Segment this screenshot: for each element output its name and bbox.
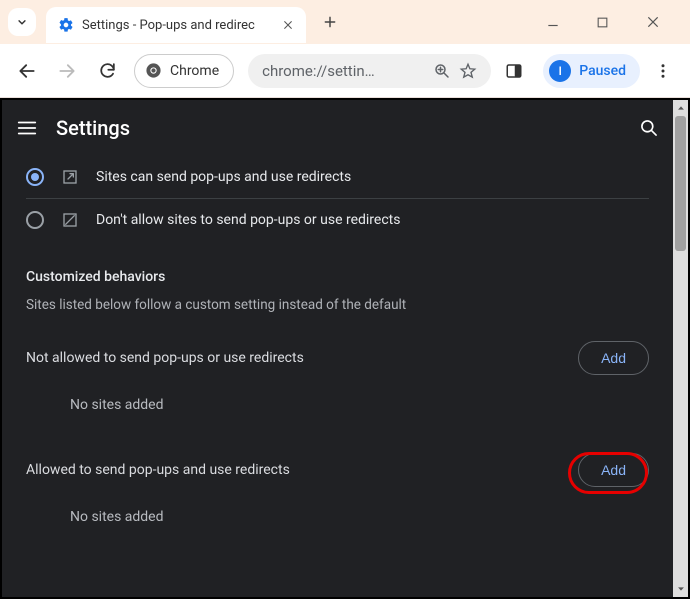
allowed-empty: No sites added [70,509,649,525]
arrow-right-icon [57,61,77,81]
chevron-up-icon [676,103,686,113]
maximize-button[interactable] [596,16,624,29]
tab-close-button[interactable] [280,17,296,33]
star-icon [459,62,477,80]
page-title: Settings [56,116,130,140]
omnibox[interactable]: chrome://settin… [248,54,491,88]
reload-button[interactable] [90,54,124,88]
zoom-icon [433,62,451,80]
browser-toolbar: Chrome chrome://settin… I Paused [0,44,690,98]
settings-content: Sites can send pop-ups and use redirects… [2,156,673,597]
chrome-chip-label: Chrome [170,63,219,79]
profile-chip[interactable]: I Paused [543,54,640,88]
scroll-thumb[interactable] [675,116,686,251]
plus-icon [323,15,337,29]
radio-button[interactable] [26,211,44,229]
radio-button[interactable] [26,168,44,186]
scrollbar[interactable] [673,100,688,597]
close-window-button[interactable] [646,15,674,29]
not-allowed-section: Not allowed to send pop-ups or use redir… [26,341,649,375]
tab-strip: Settings - Pop-ups and redirec [0,0,690,44]
radio-block-popups[interactable]: Don't allow sites to send pop-ups or use… [26,199,649,241]
arrow-left-icon [17,61,37,81]
omnibox-url: chrome://settin… [262,62,425,80]
hamburger-icon [16,117,38,139]
gear-icon [58,17,74,33]
scroll-down-button[interactable] [673,581,688,597]
new-tab-button[interactable] [316,8,344,36]
radio-label: Sites can send pop-ups and use redirects [96,169,351,185]
custom-behaviors-header: Customized behaviors [26,269,649,285]
maximize-icon [596,16,609,29]
allowed-title: Allowed to send pop-ups and use redirect… [26,462,290,478]
close-icon [283,20,293,30]
add-not-allowed-button[interactable]: Add [578,341,649,375]
side-panel-icon [505,62,523,80]
chevron-down-icon [15,15,29,29]
settings-search-button[interactable] [639,118,659,138]
back-button[interactable] [10,54,44,88]
popup-allow-icon [62,169,78,185]
profile-status: Paused [579,63,626,79]
add-allowed-button[interactable]: Add [578,453,649,487]
minimize-icon [546,15,560,29]
settings-page: Settings Sites can send pop-ups and use … [0,98,690,599]
scroll-track[interactable] [673,116,688,581]
overflow-menu-button[interactable] [646,54,680,88]
scroll-up-button[interactable] [673,100,688,116]
popup-block-icon [62,212,78,228]
tab-title: Settings - Pop-ups and redirec [82,18,272,33]
zoom-indicator[interactable] [433,62,451,80]
allowed-section: Allowed to send pop-ups and use redirect… [26,453,649,487]
radio-label: Don't allow sites to send pop-ups or use… [96,212,400,228]
minimize-button[interactable] [546,15,574,29]
chevron-down-icon [676,584,686,594]
browser-tab[interactable]: Settings - Pop-ups and redirec [46,7,306,43]
chrome-icon [145,62,162,79]
side-panel-button[interactable] [497,54,531,88]
window-controls [546,0,684,44]
tab-search-button[interactable] [8,8,36,36]
custom-behaviors-sub: Sites listed below follow a custom setti… [26,297,649,313]
forward-button[interactable] [50,54,84,88]
menu-button[interactable] [16,117,38,139]
reload-icon [98,61,117,80]
close-icon [646,15,660,29]
bookmark-button[interactable] [459,62,477,80]
not-allowed-empty: No sites added [70,397,649,413]
app-bar: Settings [2,100,673,156]
not-allowed-title: Not allowed to send pop-ups or use redir… [26,350,304,366]
kebab-icon [654,62,672,80]
search-icon [639,118,659,138]
chrome-chip[interactable]: Chrome [134,54,234,88]
avatar: I [549,60,571,82]
radio-allow-popups[interactable]: Sites can send pop-ups and use redirects [26,156,649,199]
